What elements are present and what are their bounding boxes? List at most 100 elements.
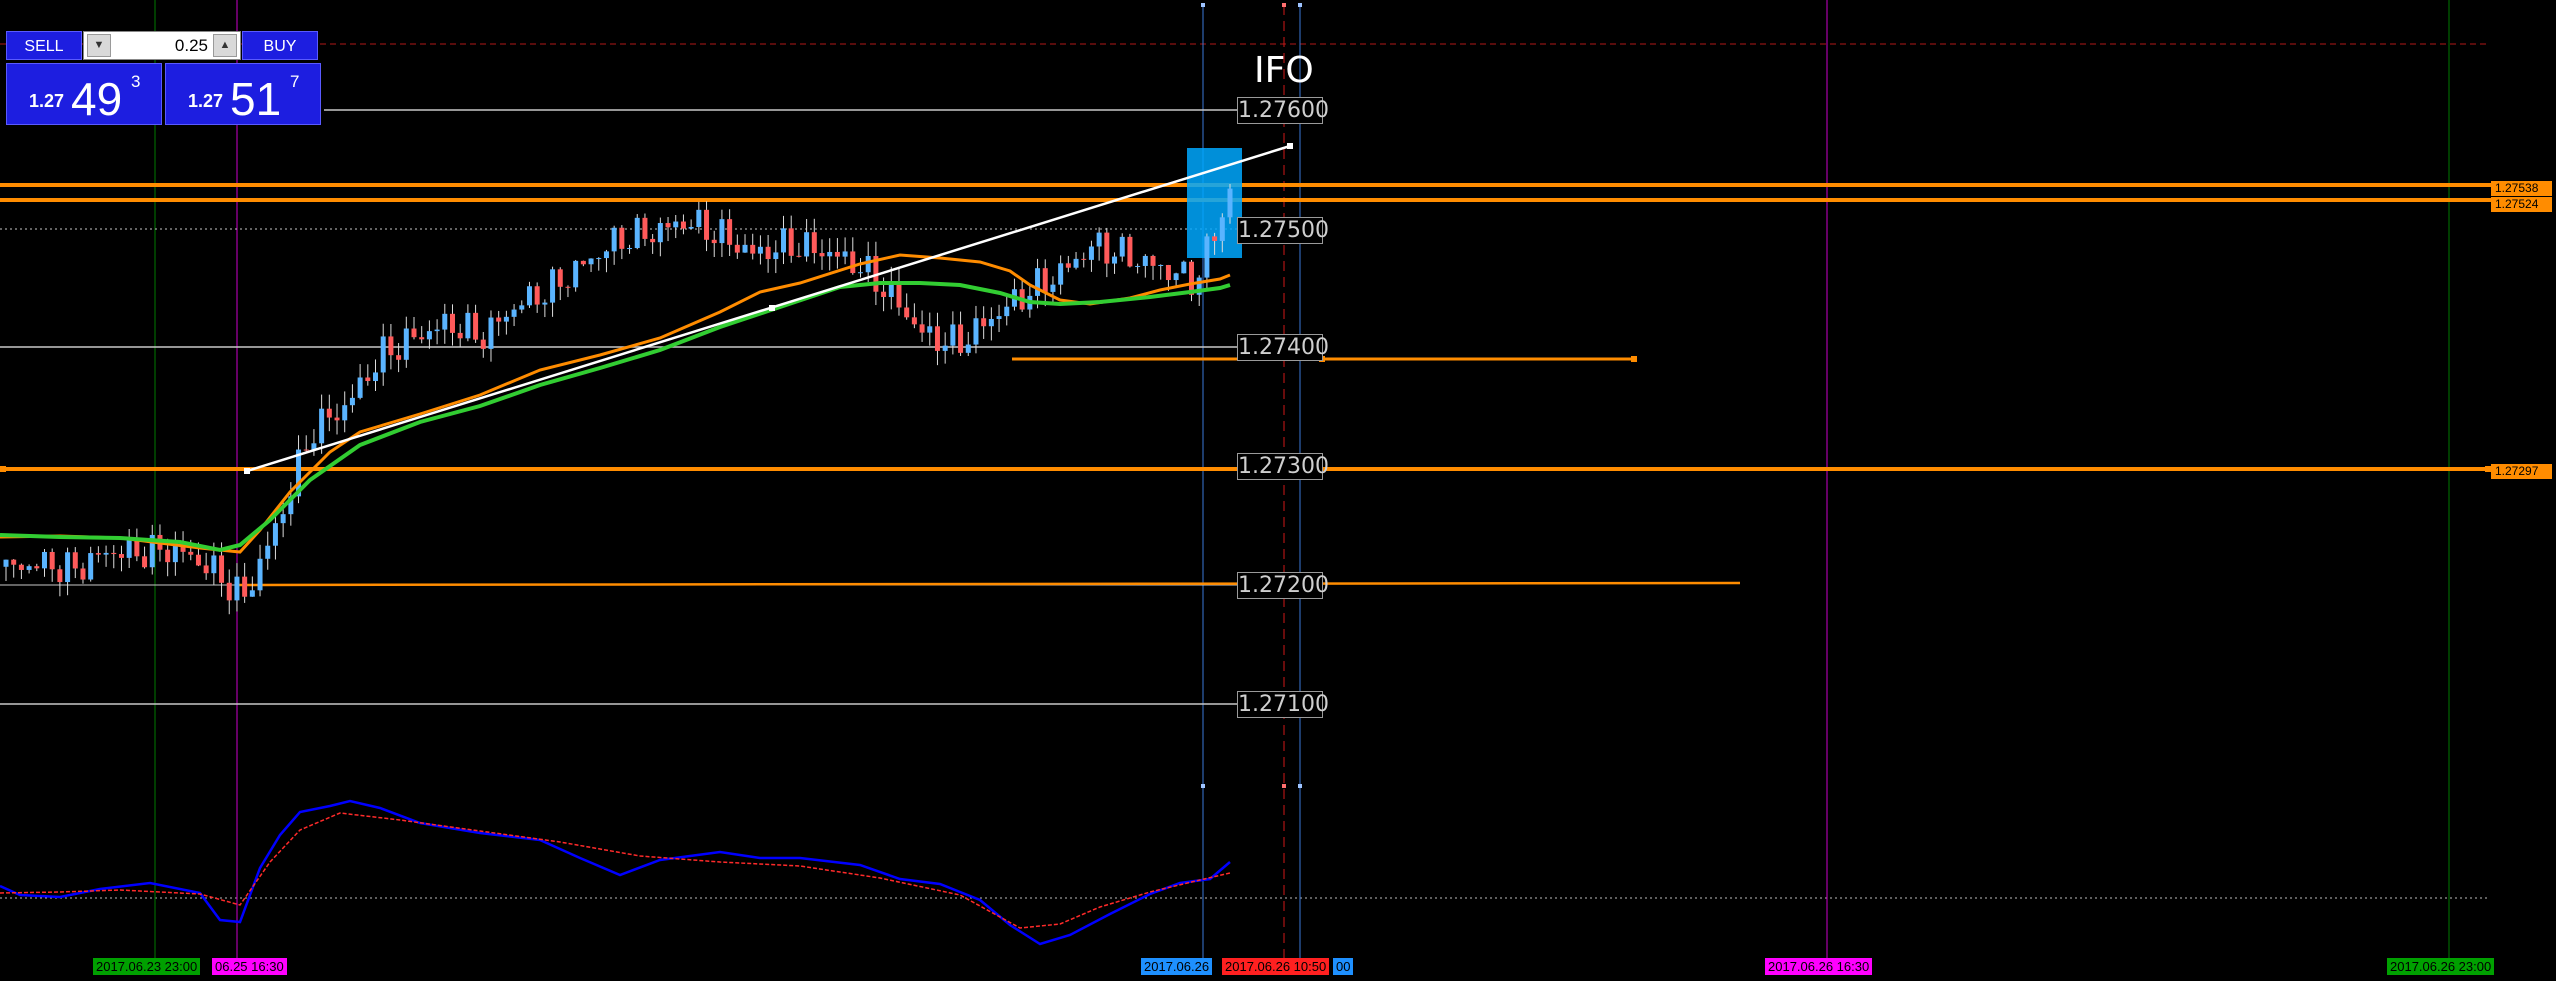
buy-price-box[interactable]: 1.27 51 7 (165, 63, 321, 125)
candle-body (426, 331, 432, 340)
lot-size-input[interactable] (114, 32, 210, 59)
candle-body (557, 269, 563, 287)
trendline[interactable] (246, 144, 1291, 473)
candle-body (1119, 236, 1125, 257)
sell-price-box[interactable]: 1.27 49 3 (6, 63, 162, 125)
candle-body (1150, 255, 1156, 266)
candle-body (26, 566, 32, 570)
candle-body (365, 377, 371, 382)
time-tag-red: 2017.06.26 10:50 (1222, 958, 1330, 975)
candle-body (773, 252, 779, 260)
time-tag-blue-2: 00 (1333, 958, 1354, 975)
candle-body (65, 552, 71, 583)
oscillator-line (0, 799, 1231, 946)
candle-body (950, 324, 956, 346)
candle-body (665, 223, 671, 228)
candle-body (449, 313, 455, 333)
candle-body (1212, 236, 1218, 241)
candle-body (1042, 268, 1048, 292)
lot-decrease-icon[interactable]: ▼ (87, 34, 111, 57)
sell-price-big: 49 (71, 73, 123, 125)
candle-body (388, 336, 394, 356)
candle-body (657, 223, 663, 243)
candle-body (634, 217, 640, 249)
candle-body (319, 408, 325, 444)
candle-body (857, 272, 863, 274)
candle-body (1127, 236, 1133, 267)
candle-body (596, 258, 602, 260)
candle-body (911, 317, 917, 325)
candle-body (865, 256, 871, 273)
sell-price-prefix: 1.27 (29, 91, 65, 111)
candle-body (103, 552, 109, 555)
candle-body (704, 209, 710, 240)
chart-title-text[interactable]: IFO (1254, 50, 1314, 91)
candle-body (588, 258, 594, 265)
level-label-1-27300[interactable]: 1.27300 (1237, 453, 1329, 480)
candle-body (195, 554, 201, 566)
candle-body (457, 332, 463, 339)
candle-body (781, 228, 787, 253)
candle-body (1219, 217, 1225, 241)
candle-body (280, 514, 286, 524)
candle-body (272, 523, 278, 546)
buy-price-sup: 7 (290, 72, 300, 91)
candle-body (203, 565, 209, 574)
orange-levels[interactable] (0, 183, 2491, 587)
candle-body (842, 251, 848, 257)
candle-body (380, 336, 386, 373)
candle-body (473, 312, 479, 340)
level-label-1-27200[interactable]: 1.27200 (1237, 572, 1329, 599)
level-label-1-27500[interactable]: 1.27500 (1237, 217, 1329, 244)
candle-body (72, 552, 78, 569)
trendline-handle-1[interactable] (244, 468, 250, 474)
candle-body (1088, 246, 1094, 260)
level-label-1-27400[interactable]: 1.27400 (1237, 334, 1329, 361)
candle-body (603, 251, 609, 259)
candle-body (488, 317, 494, 349)
trendline-handle-3[interactable] (1287, 143, 1293, 149)
candle-body (650, 238, 656, 243)
candle-body (1004, 306, 1010, 317)
candle-body (1135, 265, 1141, 267)
lot-increase-icon[interactable]: ▲ (213, 34, 237, 57)
trendline-handle-2[interactable] (769, 305, 775, 311)
candle-body (165, 549, 171, 563)
lot-size-field[interactable]: ▼ ▲ (83, 31, 241, 60)
candle-body (958, 324, 964, 353)
candle-body (396, 355, 402, 360)
candle-body (973, 318, 979, 345)
candle-body (550, 269, 556, 303)
candle-body (519, 305, 525, 310)
time-tag-blue-1: 2017.06.26 (1141, 958, 1213, 975)
candle-body (211, 555, 217, 574)
time-tag-magenta-2: 2017.06.26 16:30 (1765, 958, 1873, 975)
candle-body (981, 318, 987, 327)
candle-body (3, 559, 9, 567)
candle-body (1173, 273, 1179, 281)
candle-body (303, 449, 309, 451)
price-tag-1-27524: 1.27524 (2491, 197, 2552, 212)
level-label-1-27600[interactable]: 1.27600 (1237, 97, 1329, 124)
candle-body (565, 286, 571, 288)
candle-body (742, 244, 748, 253)
price-tag-1-27297: 1.27297 (2491, 464, 2552, 479)
candle-body (711, 239, 717, 244)
candle-body (611, 227, 617, 252)
candle-body (765, 246, 771, 260)
candle-body (357, 377, 363, 398)
candle-body (142, 556, 148, 568)
chart-canvas[interactable] (0, 0, 2556, 981)
sell-button[interactable]: SELL (6, 31, 82, 60)
buy-button[interactable]: BUY (242, 31, 318, 60)
candle-body (819, 253, 825, 257)
candle-body (988, 318, 994, 327)
candle-body (834, 251, 840, 257)
candle-body (419, 337, 425, 340)
candle-body (342, 405, 348, 421)
candle-body (373, 372, 379, 382)
buy-price-prefix: 1.27 (188, 91, 224, 111)
level-label-1-27100[interactable]: 1.27100 (1237, 691, 1329, 718)
candle-body (1142, 255, 1148, 266)
candle-body (881, 291, 887, 297)
